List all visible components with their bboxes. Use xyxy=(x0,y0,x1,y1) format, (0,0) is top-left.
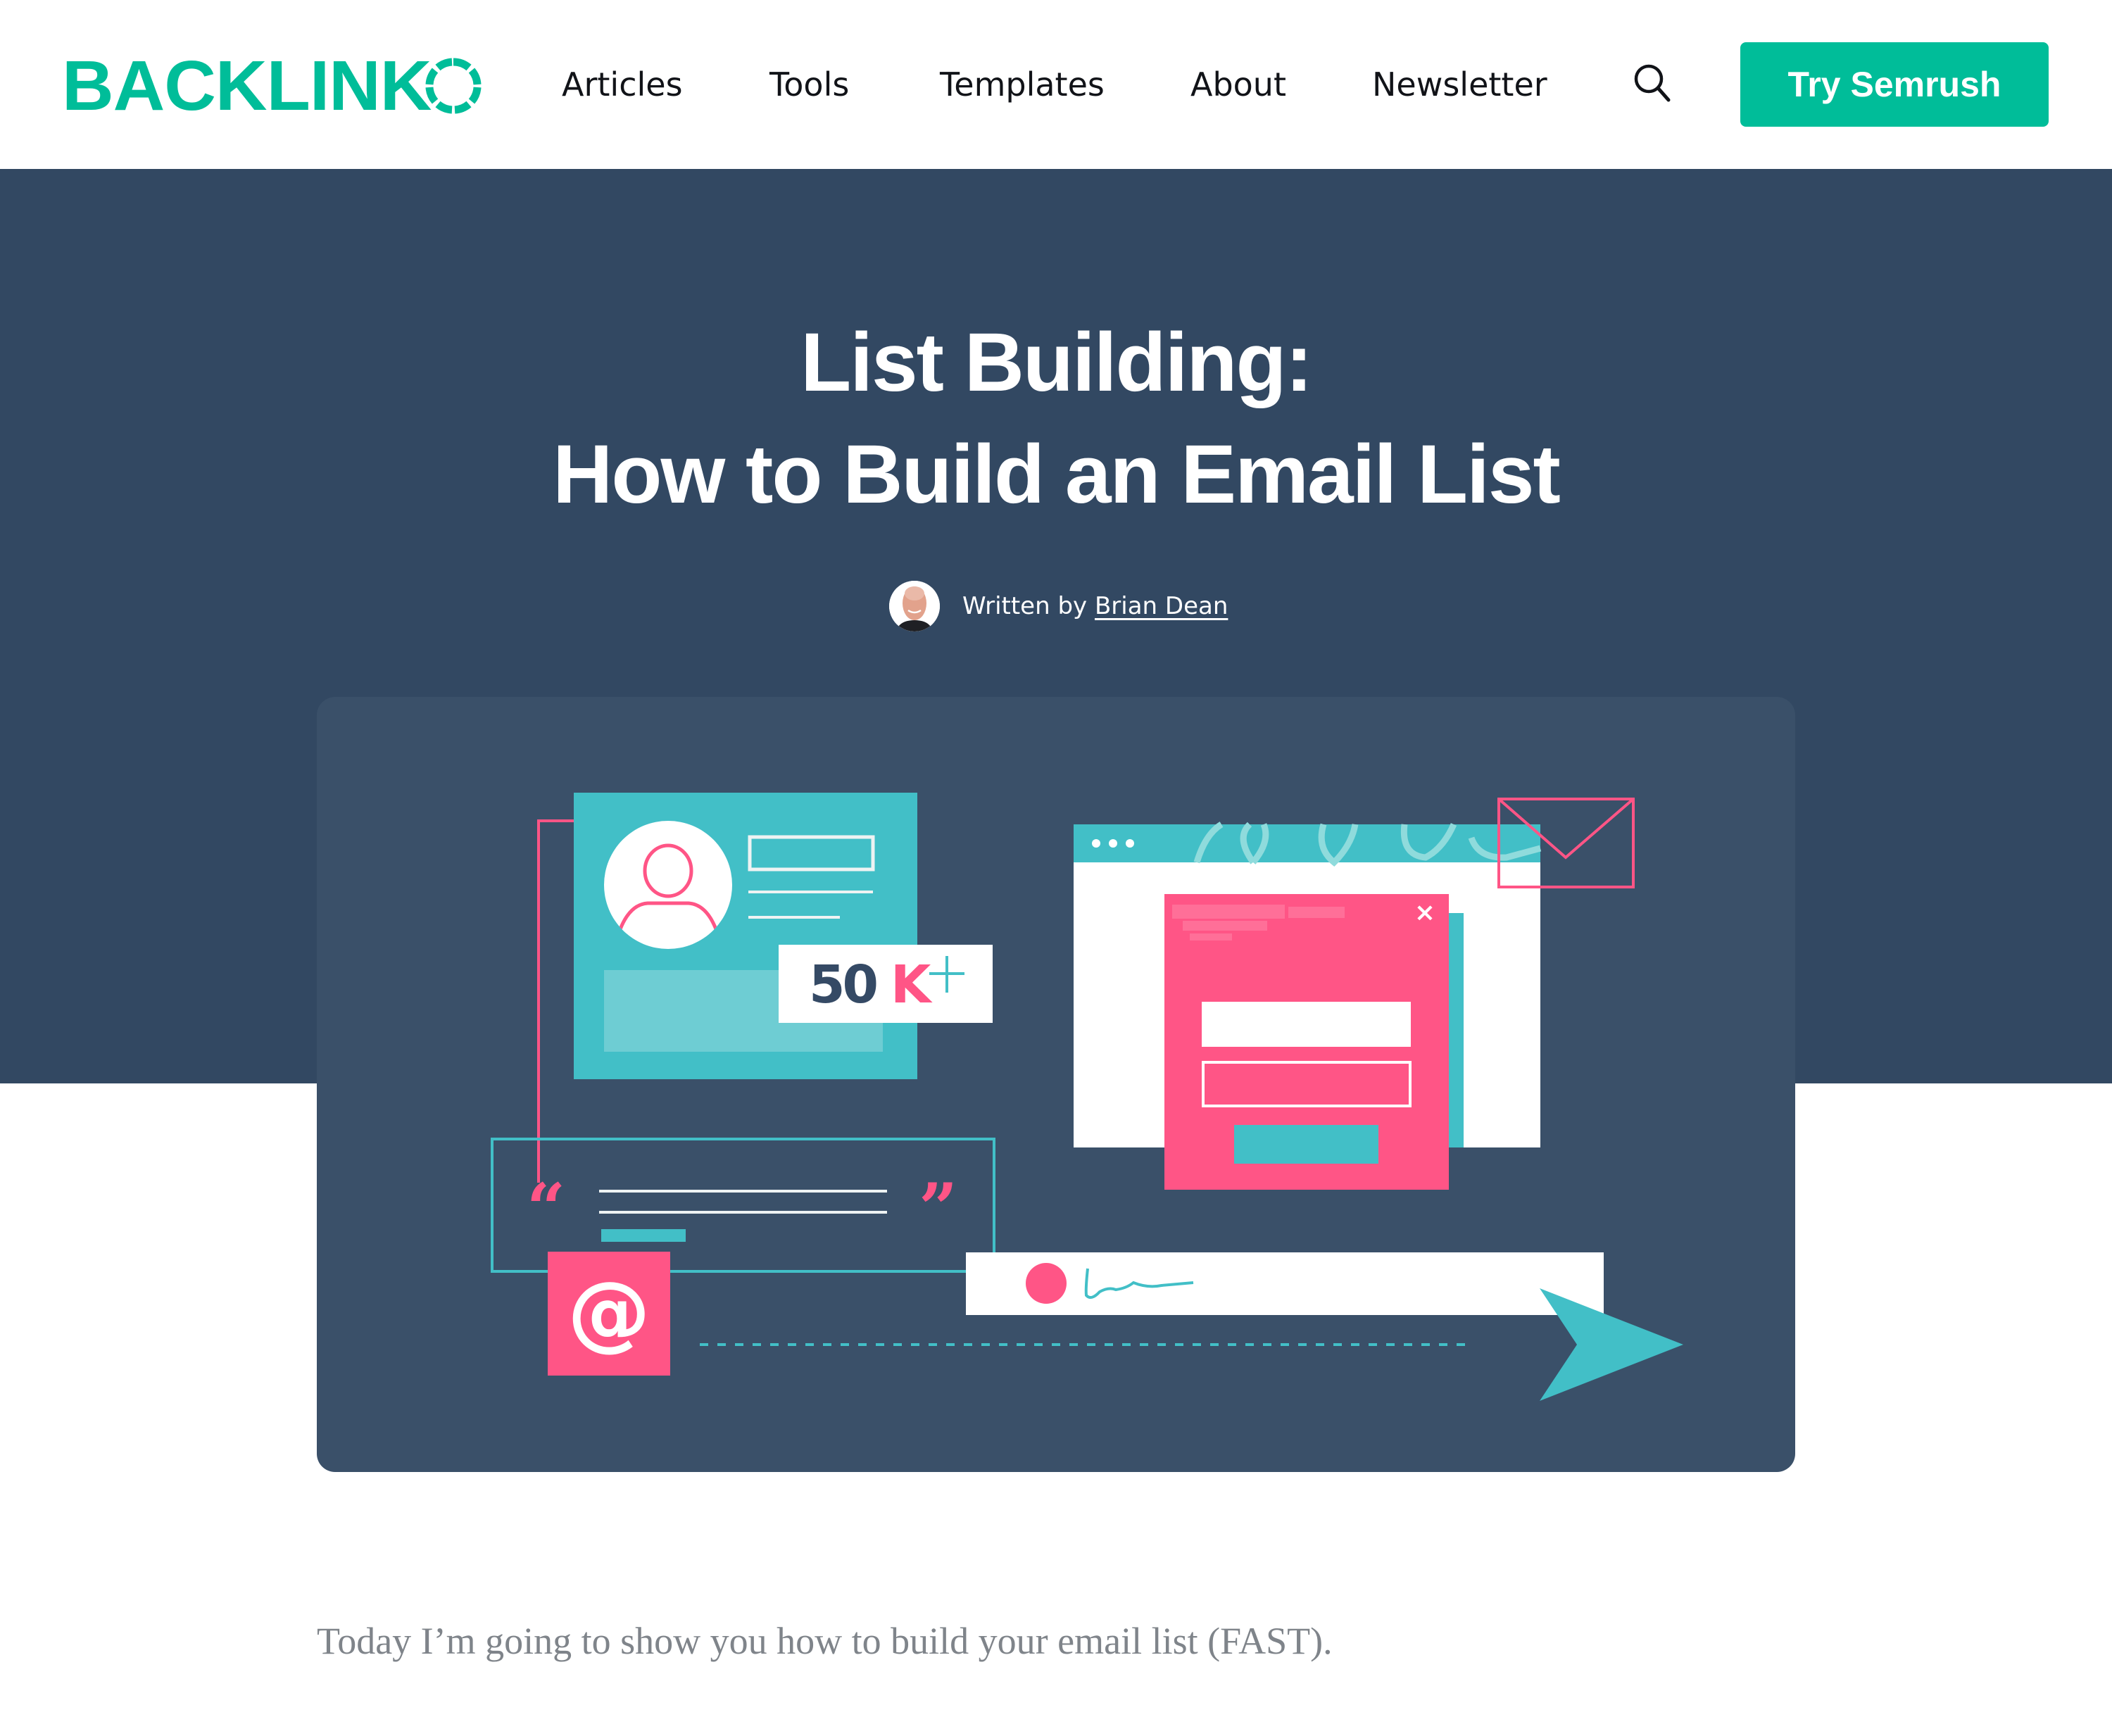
avatar-placeholder xyxy=(604,821,732,949)
byline-text: Written by Brian Dean xyxy=(962,592,1228,620)
email-list-illustration: 50 K × “ ” @ xyxy=(491,793,1683,1401)
nav-templates[interactable]: Templates xyxy=(940,63,1105,106)
article-intro: Today I’m going to show you how to build… xyxy=(317,1620,1333,1662)
close-quote-icon: ” xyxy=(919,1169,957,1248)
author-photo xyxy=(889,581,940,631)
open-quote-icon: “ xyxy=(527,1169,565,1248)
popup-input xyxy=(1202,1002,1411,1047)
signature-field xyxy=(966,1252,1604,1315)
search-button[interactable] xyxy=(1632,62,1676,106)
nav-about[interactable]: About xyxy=(1190,63,1286,106)
featured-illustration: 50 K × “ ” @ xyxy=(317,697,1795,1472)
backlinko-logo[interactable]: BACKLINK xyxy=(62,46,482,125)
try-semrush-button[interactable]: Try Semrush xyxy=(1740,42,2049,127)
stat-badge: 50 K xyxy=(779,945,993,1023)
profile-card xyxy=(574,793,917,1079)
send-arrow-icon xyxy=(1540,1288,1683,1401)
page-title-line-1: List Building: xyxy=(800,316,1313,409)
byline: Written by Brian Dean xyxy=(889,581,1228,631)
search-icon xyxy=(1634,64,1671,102)
popup-close-icon: × xyxy=(1414,898,1435,927)
testimonial-box: “ ” xyxy=(491,1138,995,1273)
author-avatar[interactable] xyxy=(889,581,940,631)
logo-wordmark: BACKLINK xyxy=(62,46,432,125)
signup-popup: × xyxy=(1164,894,1449,1190)
at-icon: @ xyxy=(567,1263,650,1360)
popup-submit xyxy=(1234,1125,1378,1164)
nav-articles[interactable]: Articles xyxy=(562,63,683,106)
page-title-line-2: How to Build an Email List xyxy=(553,428,1561,521)
author-link[interactable]: Brian Dean xyxy=(1095,592,1228,620)
stat-unit: K xyxy=(891,955,933,1015)
stat-number: 50 xyxy=(809,955,876,1015)
site-header: BACKLINK Articles Tools Templates About … xyxy=(0,0,2112,169)
nav-newsletter[interactable]: Newsletter xyxy=(1372,63,1547,106)
logo-ring-icon xyxy=(425,58,482,114)
at-sign-tile: @ xyxy=(548,1252,670,1376)
nav-tools[interactable]: Tools xyxy=(769,63,849,106)
byline-prefix: Written by xyxy=(962,592,1088,620)
